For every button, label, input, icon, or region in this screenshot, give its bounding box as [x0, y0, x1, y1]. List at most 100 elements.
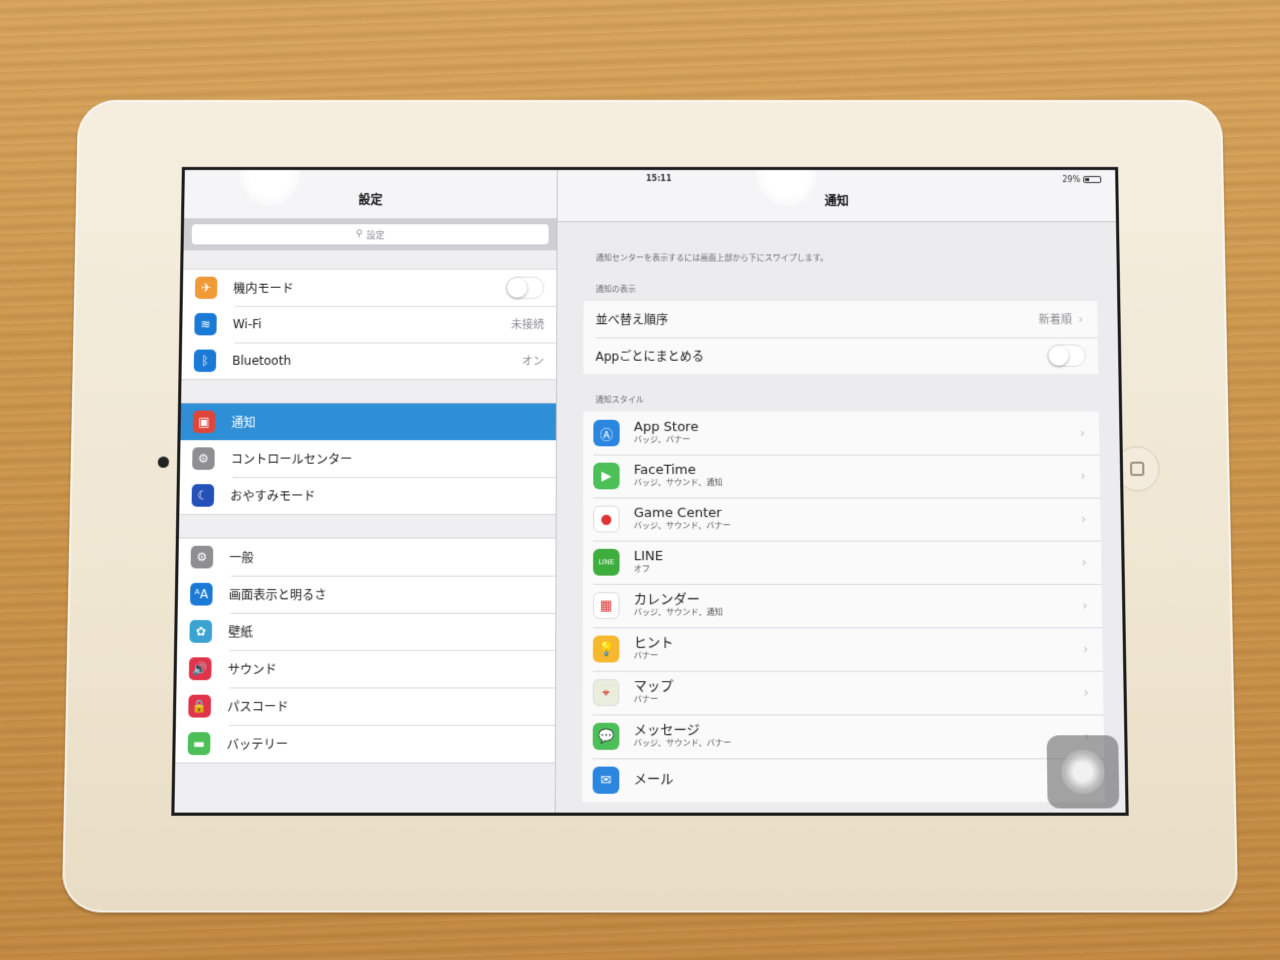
- search-placeholder: 設定: [366, 230, 385, 241]
- app-notification-row[interactable]: ⌖ マップ バナー ›: [583, 671, 1104, 715]
- line-icon: LINE: [593, 548, 620, 576]
- sidebar-item-label: 画面表示と明るさ: [228, 587, 327, 602]
- app-name: メール: [633, 771, 674, 788]
- app-text: ヒント バナー: [633, 635, 1083, 662]
- sidebar-item[interactable]: ⚙ 一般: [178, 539, 555, 576]
- sidebar-item[interactable]: ▣ 通知: [180, 403, 557, 441]
- search-input[interactable]: ⚲ 設定: [191, 224, 549, 245]
- sound-icon: 🔊: [188, 657, 212, 681]
- app-text: Game Center バッジ、サウンド、バナー: [633, 505, 1081, 532]
- app-text: App Store バッジ、バナー: [633, 419, 1080, 446]
- sidebar-item[interactable]: ⚙ コントロールセンター: [180, 440, 556, 477]
- app-notification-row[interactable]: ▶ FaceTime バッジ、サウンド、通知 ›: [583, 454, 1100, 497]
- notifications-detail: 通知 通知センターを表示するには画面上部から下にスワイプします。 通知の表示 並…: [555, 170, 1126, 813]
- app-notification-style: バッジ、バナー: [633, 435, 691, 445]
- battery-icon: ▬: [187, 732, 211, 756]
- app-text: カレンダー バッジ、サウンド、通知: [633, 592, 1083, 618]
- sidebar-item-label: パスコード: [227, 699, 289, 714]
- group-by-app-row: Appごとにまとめる: [583, 337, 1098, 374]
- settings-group: ✈ 機内モード ≋ Wi-Fi 未接続 ᛒ Bluetooth オン: [181, 268, 557, 381]
- control-center-icon: ⚙: [192, 447, 215, 470]
- app-name: マップ: [633, 679, 674, 695]
- display-settings-group: 並べ替え順序 新着順 › Appごとにまとめる: [583, 300, 1099, 374]
- sidebar-item-label: 機内モード: [233, 281, 294, 296]
- assistive-touch-button[interactable]: [1046, 735, 1120, 809]
- app-text: マップ バナー: [633, 679, 1084, 705]
- battery-icon: [1083, 176, 1102, 184]
- sidebar-item[interactable]: ᛒ Bluetooth オン: [181, 342, 556, 379]
- app-notification-row[interactable]: ✉メール›: [582, 758, 1105, 802]
- section-title-style: 通知スタイル: [595, 395, 644, 405]
- chevron-right-icon: ›: [1081, 554, 1088, 570]
- mail-icon: ✉: [592, 766, 620, 794]
- home-button-square-icon: [1129, 461, 1145, 476]
- airplane-icon: ✈: [194, 276, 218, 299]
- status-bar: 15:11 29%: [185, 170, 1116, 188]
- app-name: カレンダー: [633, 592, 700, 608]
- sidebar-item[interactable]: ≋ Wi-Fi 未接続: [182, 306, 556, 342]
- sidebar-item[interactable]: ▬ バッテリー: [175, 725, 555, 763]
- app-name: ヒント: [633, 635, 674, 652]
- sidebar-item[interactable]: ᴬA 画面表示と明るさ: [178, 576, 556, 613]
- tips-icon: 💡: [592, 635, 620, 663]
- app-text: メール: [633, 771, 1085, 788]
- app-notification-style: バッジ、サウンド、バナー: [633, 738, 732, 749]
- sidebar-item[interactable]: ✿ 壁紙: [177, 613, 555, 650]
- chevron-right-icon: ›: [1080, 511, 1087, 527]
- assistive-touch-dot: [1061, 749, 1105, 794]
- sidebar-item-label: バッテリー: [226, 736, 289, 752]
- swipe-hint: 通知センターを表示するには画面上部から下にスワイプします。: [595, 253, 829, 263]
- app-notification-style: バッジ、サウンド、バナー: [633, 521, 731, 531]
- app-notification-row[interactable]: ● Game Center バッジ、サウンド、バナー ›: [583, 497, 1101, 540]
- gear-icon: ⚙: [190, 545, 214, 569]
- app-notification-style: バッジ、サウンド、通知: [633, 478, 723, 488]
- app-notification-style: バッジ、サウンド、通知: [633, 607, 723, 618]
- app-text: LINE オフ: [633, 549, 1082, 575]
- bluetooth-icon: ᛒ: [193, 349, 217, 372]
- chevron-right-icon: ›: [1082, 641, 1089, 657]
- app-name: Game Center: [633, 505, 722, 522]
- app-notification-row[interactable]: 💡 ヒント バナー ›: [583, 627, 1103, 671]
- chevron-right-icon: ›: [1080, 468, 1086, 484]
- status-time: 15:11: [645, 174, 672, 184]
- search-icon: ⚲: [355, 229, 363, 240]
- sidebar-item-value: 未接続: [510, 318, 545, 332]
- sidebar-item-label: 通知: [231, 415, 256, 430]
- sort-order-row[interactable]: 並べ替え順序 新着順 ›: [583, 301, 1097, 337]
- sidebar-item-label: コントロールセンター: [230, 451, 353, 467]
- wallpaper-icon: ✿: [189, 620, 213, 643]
- app-text: FaceTime バッジ、サウンド、通知: [633, 462, 1081, 489]
- facetime-icon: ▶: [593, 462, 620, 490]
- app-notification-row[interactable]: Ⓐ App Store バッジ、バナー ›: [583, 412, 1099, 455]
- sidebar-item-label: サウンド: [227, 661, 277, 677]
- sidebar-item[interactable]: 🔒 パスコード: [176, 687, 555, 724]
- sidebar-item[interactable]: ☾ おやすみモード: [179, 477, 555, 514]
- app-name: App Store: [633, 419, 699, 436]
- game-center-icon: ●: [593, 505, 620, 533]
- lock-icon: 🔒: [188, 694, 212, 718]
- sidebar-groups: ✈ 機内モード ≋ Wi-Fi 未接続 ᛒ Bluetooth オン ▣ 通知 ⚙ コントロールセンタ…: [175, 268, 557, 764]
- maps-icon: ⌖: [592, 679, 620, 707]
- chevron-right-icon: ›: [1083, 684, 1090, 701]
- search-bar: ⚲ 設定: [183, 218, 557, 251]
- app-notification-row[interactable]: ▦ カレンダー バッジ、サウンド、通知 ›: [583, 584, 1102, 627]
- battery-percent: 29%: [1062, 175, 1081, 185]
- app-name: FaceTime: [633, 462, 696, 478]
- display-brightness-icon: ᴬA: [190, 582, 213, 606]
- sidebar-item-label: 壁紙: [228, 624, 253, 640]
- settings-sidebar: 設定 ⚲ 設定 ✈ 機内モード ≋ Wi-Fi 未接続 ᛒ Bluetooth オン ▣ 通知 ⚙ コ…: [174, 170, 558, 813]
- sidebar-item[interactable]: ✈ 機内モード: [183, 270, 557, 306]
- app-notification-style: バナー: [633, 694, 659, 705]
- toggle-knob: [507, 277, 528, 298]
- sidebar-item-label: 一般: [229, 550, 254, 565]
- app-notification-list: Ⓐ App Store バッジ、バナー › ▶ FaceTime バッジ、サウンド、通知 › ●…: [582, 411, 1105, 803]
- sidebar-item[interactable]: 🔊 サウンド: [176, 650, 555, 687]
- app-notification-row[interactable]: LINE LINE オフ ›: [583, 541, 1102, 584]
- group-by-app-toggle[interactable]: [1047, 344, 1087, 367]
- chevron-right-icon: ›: [1077, 311, 1084, 327]
- app-notification-style: オフ: [633, 564, 650, 574]
- airplane-mode-toggle[interactable]: [506, 276, 545, 299]
- front-camera: [157, 456, 170, 468]
- calendar-icon: ▦: [592, 592, 620, 620]
- app-notification-row[interactable]: 💬メッセージバッジ、サウンド、バナー›: [582, 714, 1104, 758]
